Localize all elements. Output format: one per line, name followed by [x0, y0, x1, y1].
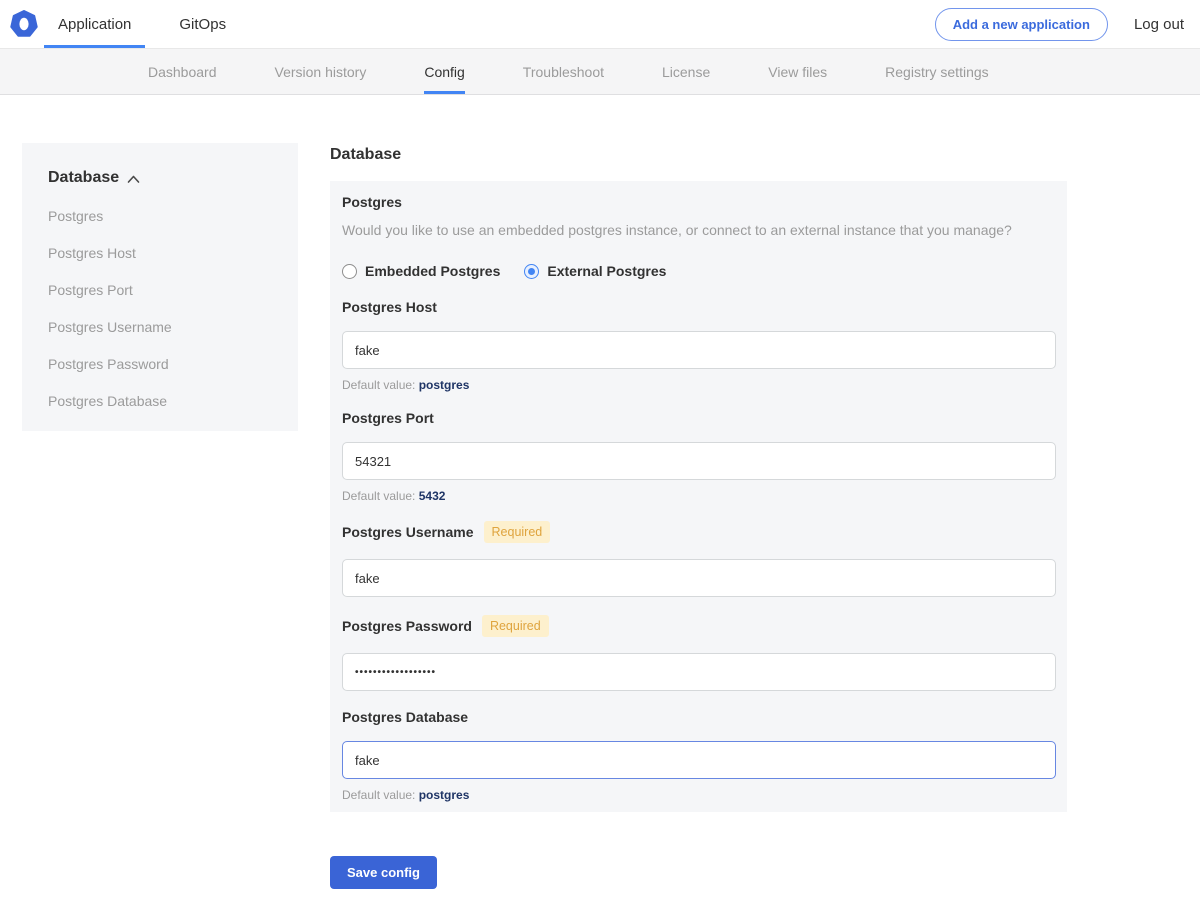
subnav-version-history[interactable]: Version history	[275, 49, 367, 94]
subnav-dashboard[interactable]: Dashboard	[148, 49, 217, 94]
sidebar-item-postgres-host[interactable]: Postgres Host	[48, 245, 272, 261]
postgres-group-label: Postgres	[342, 194, 1056, 210]
chevron-up-icon	[127, 175, 140, 184]
add-new-application-button[interactable]: Add a new application	[935, 8, 1108, 41]
header-right: Add a new application Log out	[935, 0, 1200, 48]
postgres-password-input[interactable]	[342, 653, 1056, 691]
field-postgres-database-label-row: Postgres Database	[342, 709, 1056, 725]
app-subnav: Dashboard Version history Config Trouble…	[0, 49, 1200, 95]
postgres-database-input[interactable]	[342, 741, 1056, 779]
save-config-button[interactable]: Save config	[330, 856, 437, 889]
default-prefix: Default value:	[342, 788, 419, 802]
default-prefix: Default value:	[342, 378, 419, 392]
sidebar-group-database[interactable]: Database	[48, 169, 272, 187]
field-label-postgres-host: Postgres Host	[342, 299, 437, 315]
default-value: postgres	[419, 378, 470, 392]
default-value: 5432	[419, 489, 446, 503]
config-main: Database Postgres Would you like to use …	[330, 143, 1067, 905]
subnav-license[interactable]: License	[662, 49, 710, 94]
radio-label-external: External Postgres	[547, 263, 666, 279]
tab-application-label: Application	[58, 16, 131, 33]
radio-label-embedded: Embedded Postgres	[365, 263, 500, 279]
page-title: Database	[330, 146, 1067, 164]
default-value: postgres	[419, 788, 470, 802]
postgres-host-default-hint: Default value: postgres	[342, 378, 1056, 392]
kots-logo-icon	[10, 10, 38, 38]
postgres-username-input[interactable]	[342, 559, 1056, 597]
subnav-config[interactable]: Config	[424, 49, 464, 94]
subnav-view-files[interactable]: View files	[768, 49, 827, 94]
radio-option-embedded-postgres[interactable]: Embedded Postgres	[342, 263, 500, 279]
sidebar-item-postgres-username[interactable]: Postgres Username	[48, 319, 272, 335]
sidebar-item-postgres[interactable]: Postgres	[48, 208, 272, 224]
subnav-troubleshoot[interactable]: Troubleshoot	[523, 49, 604, 94]
radio-unchecked-icon[interactable]	[342, 264, 357, 279]
top-header: Application GitOps Add a new application…	[0, 0, 1200, 49]
app-logo[interactable]	[10, 0, 38, 48]
sidebar-items: Postgres Postgres Host Postgres Port Pos…	[48, 208, 272, 409]
tab-gitops-label: GitOps	[179, 16, 226, 33]
config-sidebar: Database Postgres Postgres Host Postgres…	[22, 143, 298, 431]
tab-gitops[interactable]: GitOps	[165, 0, 240, 48]
radio-option-external-postgres[interactable]: External Postgres	[524, 263, 666, 279]
field-postgres-password-label-row: Postgres Password Required	[342, 615, 1056, 637]
postgres-radio-group: Embedded Postgres External Postgres	[342, 263, 1056, 279]
subnav-registry-settings[interactable]: Registry settings	[885, 49, 988, 94]
postgres-help-text: Would you like to use an embedded postgr…	[342, 222, 1056, 238]
sidebar-group-label: Database	[48, 169, 119, 187]
database-config-panel: Postgres Would you like to use an embedd…	[330, 181, 1067, 812]
config-content: Database Postgres Postgres Host Postgres…	[0, 143, 1200, 905]
required-badge: Required	[484, 521, 551, 543]
postgres-port-input[interactable]	[342, 442, 1056, 480]
sidebar-item-postgres-database[interactable]: Postgres Database	[48, 393, 272, 409]
field-postgres-username-label-row: Postgres Username Required	[342, 521, 1056, 543]
sidebar-item-postgres-password[interactable]: Postgres Password	[48, 356, 272, 372]
field-label-postgres-username: Postgres Username	[342, 524, 474, 540]
postgres-host-input[interactable]	[342, 331, 1056, 369]
logout-button[interactable]: Log out	[1134, 16, 1184, 33]
default-prefix: Default value:	[342, 489, 419, 503]
tab-application[interactable]: Application	[44, 0, 145, 48]
field-postgres-port-label-row: Postgres Port	[342, 410, 1056, 426]
postgres-database-default-hint: Default value: postgres	[342, 788, 1056, 802]
postgres-port-default-hint: Default value: 5432	[342, 489, 1056, 503]
field-label-postgres-port: Postgres Port	[342, 410, 434, 426]
field-label-postgres-password: Postgres Password	[342, 618, 472, 634]
top-tabs: Application GitOps	[44, 0, 240, 48]
radio-checked-icon[interactable]	[524, 264, 539, 279]
sidebar-item-postgres-port[interactable]: Postgres Port	[48, 282, 272, 298]
required-badge: Required	[482, 615, 549, 637]
field-postgres-host-label-row: Postgres Host	[342, 299, 1056, 315]
field-label-postgres-database: Postgres Database	[342, 709, 468, 725]
